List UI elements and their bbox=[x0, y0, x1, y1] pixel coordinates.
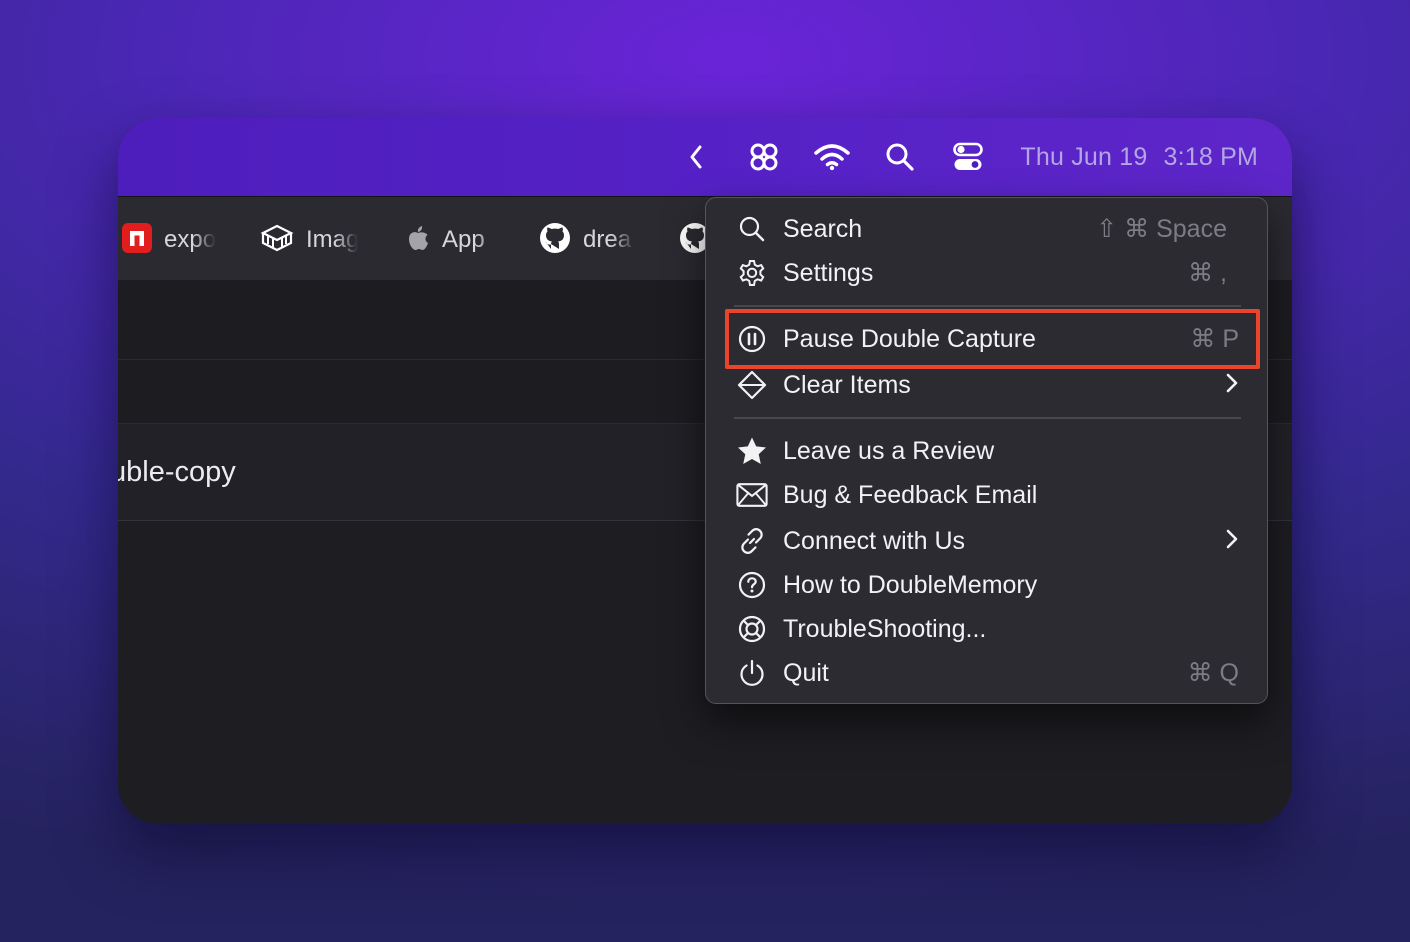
menu-item-label: Connect with Us bbox=[783, 526, 966, 555]
chevron-right-icon bbox=[1225, 372, 1239, 399]
question-circle-icon bbox=[736, 569, 768, 601]
menu-bar-clock[interactable]: Thu Jun 19 3:18 PM bbox=[1020, 143, 1258, 172]
menu-item-label: Clear Items bbox=[783, 370, 911, 399]
list-row-title: uble-copy bbox=[118, 456, 236, 488]
chevron-left-icon[interactable] bbox=[662, 135, 730, 179]
tab-drea[interactable]: drea bbox=[539, 221, 635, 259]
github-icon bbox=[539, 222, 571, 259]
menu-item-shortcut: ⇧ ⌘ Space bbox=[1096, 215, 1227, 243]
lifebuoy-icon bbox=[736, 613, 768, 645]
menu-item-troubleshooting[interactable]: TroubleShooting... bbox=[706, 607, 1267, 651]
menu-bar: Thu Jun 19 3:18 PM bbox=[118, 118, 1292, 196]
control-center-icon[interactable] bbox=[934, 135, 1002, 179]
tab-label: App bbox=[442, 226, 485, 253]
chevron-right-icon bbox=[1225, 528, 1239, 555]
tab-label: expo bbox=[164, 226, 216, 253]
menu-item-search[interactable]: Search ⇧ ⌘ Space bbox=[706, 207, 1267, 251]
menu-item-leave-review[interactable]: Leave us a Review bbox=[706, 429, 1267, 473]
menu-bar-date: Thu Jun 19 bbox=[1020, 142, 1148, 171]
gear-icon bbox=[736, 257, 768, 289]
menu-item-label: Quit bbox=[783, 658, 829, 687]
menu-item-connect[interactable]: Connect with Us bbox=[706, 519, 1267, 563]
menu-item-how-to[interactable]: How to DoubleMemory bbox=[706, 563, 1267, 607]
wifi-icon[interactable] bbox=[798, 135, 866, 179]
power-icon bbox=[736, 657, 768, 689]
star-icon bbox=[736, 435, 768, 467]
menu-item-label: Leave us a Review bbox=[783, 436, 995, 465]
tab-label: Imag bbox=[306, 226, 358, 253]
envelope-icon bbox=[736, 479, 768, 511]
menu-item-shortcut: ⌘ , bbox=[1188, 259, 1227, 287]
menu-item-label: Bug & Feedback Email bbox=[783, 480, 1038, 509]
search-icon[interactable] bbox=[866, 135, 934, 179]
eraser-icon bbox=[736, 369, 768, 401]
menu-separator bbox=[734, 417, 1241, 419]
menu-item-label: How to DoubleMemory bbox=[783, 570, 1038, 599]
menu-item-label: Settings bbox=[783, 258, 874, 287]
dropdown-menu: Search ⇧ ⌘ Space Settings ⌘ , Pause Doub… bbox=[705, 197, 1268, 704]
menu-bar-time: 3:18 PM bbox=[1163, 142, 1258, 171]
tab-expo[interactable]: expo bbox=[122, 221, 216, 259]
search-icon bbox=[736, 213, 768, 245]
apple-icon bbox=[406, 224, 430, 257]
expo-app-icon bbox=[122, 222, 152, 258]
menu-separator bbox=[734, 305, 1241, 307]
menu-item-settings[interactable]: Settings ⌘ , bbox=[706, 251, 1267, 295]
link-icon bbox=[736, 525, 768, 557]
highlight-box bbox=[725, 309, 1260, 369]
menu-item-clear-items[interactable]: Clear Items bbox=[706, 363, 1267, 407]
tab-label: drea bbox=[583, 226, 632, 253]
imag-app-icon bbox=[260, 223, 294, 258]
menu-item-feedback-email[interactable]: Bug & Feedback Email bbox=[706, 473, 1267, 517]
tab-imag[interactable]: Imag bbox=[260, 221, 358, 259]
menu-item-shortcut: ⌘ Q bbox=[1187, 659, 1239, 687]
menu-item-label: TroubleShooting... bbox=[783, 614, 987, 643]
menu-item-quit[interactable]: Quit ⌘ Q bbox=[706, 651, 1267, 695]
menu-item-label: Search bbox=[783, 214, 863, 243]
double-app-icon[interactable] bbox=[730, 135, 798, 179]
tab-app[interactable]: App bbox=[406, 221, 502, 259]
